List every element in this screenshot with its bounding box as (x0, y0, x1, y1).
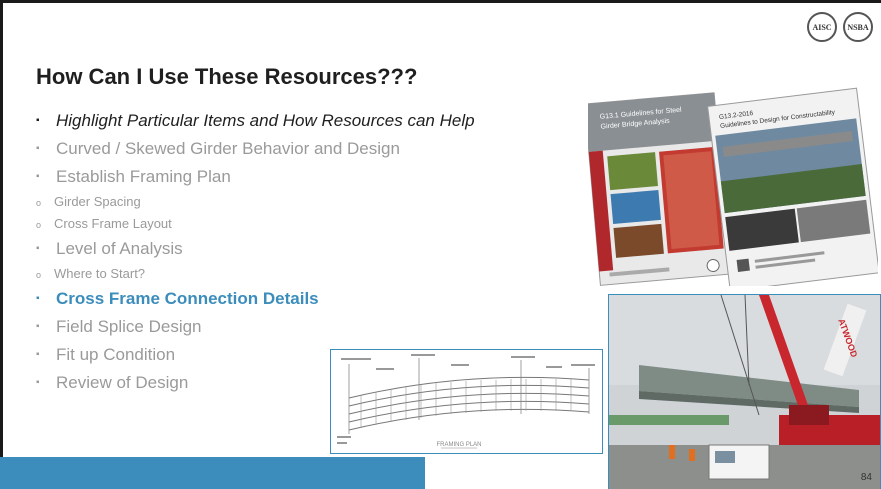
bottom-accent-bar (0, 457, 425, 489)
slide-top-border (0, 0, 881, 3)
aisc-logo: AISC (807, 12, 837, 42)
logo-group: AISC NSBA (807, 12, 873, 42)
bullet-framing-plan: Establish Framing Plan (36, 163, 475, 191)
guideline-covers-drawing: G13.1 Guidelines for Steel Girder Bridge… (584, 87, 880, 292)
slide-left-border (0, 0, 3, 489)
framing-plan-image: FRAMING PLAN (330, 349, 603, 454)
bullet-field-splice: Field Splice Design (36, 313, 475, 341)
bullet-curved-skewed: Curved / Skewed Girder Behavior and Desi… (36, 135, 475, 163)
page-number: 84 (860, 472, 872, 483)
subbullet-where-to-start: Where to Start? (36, 263, 475, 286)
bullet-level-of-analysis: Level of Analysis (36, 235, 475, 263)
bullet-highlight-items: Highlight Particular Items and How Resou… (36, 107, 475, 135)
subbullet-girder-spacing: Girder Spacing (36, 191, 475, 214)
guideline-covers-image: G13.1 Guidelines for Steel Girder Bridge… (584, 86, 880, 292)
crane-girder-erection-photo: ATWOOD 84 (608, 294, 881, 489)
crane-photo-drawing: ATWOOD (609, 295, 880, 489)
framing-plan-drawing: FRAMING PLAN (337, 354, 595, 449)
slide-title: How Can I Use These Resources??? (36, 64, 418, 89)
subbullet-cross-frame-layout: Cross Frame Layout (36, 213, 475, 236)
nsba-logo: NSBA (843, 12, 873, 42)
slide: AISC NSBA How Can I Use These Resources?… (0, 0, 881, 489)
bullet-cross-frame-connection: Cross Frame Connection Details (36, 285, 475, 313)
framing-plan-caption: FRAMING PLAN (436, 442, 481, 448)
